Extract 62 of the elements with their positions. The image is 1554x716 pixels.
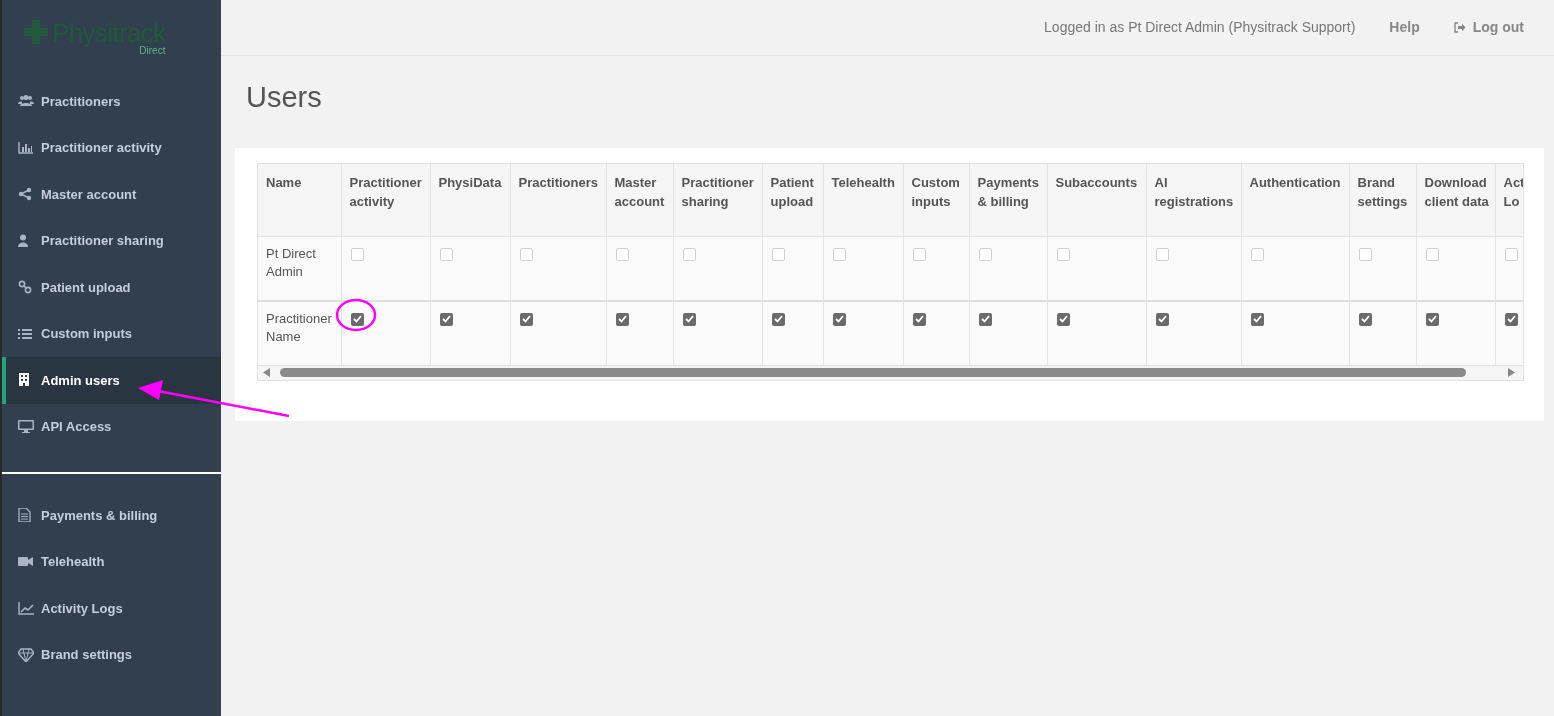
sidebar-item[interactable]: Activity Logs — [2, 585, 221, 632]
checkbox[interactable] — [912, 312, 926, 326]
checkbox[interactable] — [615, 248, 629, 261]
bar-chart-icon — [18, 140, 34, 155]
checkbox[interactable] — [615, 312, 629, 326]
checkbox[interactable] — [1250, 248, 1264, 261]
users-icon — [18, 94, 34, 109]
checkbox[interactable] — [1358, 312, 1372, 326]
sidebar-item[interactable]: Practitioner activity — [2, 124, 221, 171]
diamond-icon — [18, 647, 34, 662]
checkbox[interactable] — [1250, 312, 1264, 326]
checkbox[interactable] — [1056, 312, 1070, 326]
sidebar-item[interactable]: Master account — [2, 171, 221, 218]
line-chart-icon — [18, 601, 34, 616]
link-icon — [18, 280, 34, 295]
checkbox[interactable] — [682, 248, 696, 261]
checkbox[interactable] — [1155, 312, 1169, 326]
checkbox[interactable] — [519, 248, 533, 261]
sidebar-item[interactable]: Brand settings — [2, 631, 221, 678]
checkbox[interactable] — [519, 312, 533, 326]
checkbox[interactable] — [1425, 312, 1439, 326]
sidebar-item[interactable]: Custom inputs — [2, 310, 221, 357]
checkbox[interactable] — [682, 312, 696, 326]
scroll-right-icon[interactable] — [1508, 368, 1515, 377]
video-camera-icon — [18, 554, 34, 569]
table-cell: Practitioner Name — [258, 300, 341, 365]
checkbox[interactable] — [350, 248, 364, 261]
checkbox[interactable] — [1056, 248, 1070, 261]
sidebar-item[interactable]: Payments & billing — [2, 492, 221, 539]
sidebar-item[interactable]: Patient upload — [2, 264, 221, 311]
logo-subtext: Direct — [139, 46, 166, 56]
checkbox[interactable] — [439, 248, 453, 261]
monitor-icon — [18, 419, 34, 434]
annotation-circle — [335, 298, 377, 332]
scroll-left-icon[interactable] — [263, 368, 270, 377]
checkbox[interactable] — [832, 312, 846, 326]
checkbox[interactable] — [771, 248, 785, 261]
checkbox[interactable] — [439, 312, 453, 326]
page-title: Users — [246, 80, 323, 115]
checkbox[interactable] — [350, 312, 364, 326]
sidebar-item[interactable]: API Access — [2, 403, 221, 450]
scrollbar-thumb[interactable] — [280, 368, 1466, 377]
checkbox[interactable] — [1358, 248, 1372, 261]
logged-in-text: Logged in as Pt Direct Admin (Physitrack Support) — [1044, 18, 1356, 37]
checkbox[interactable] — [1155, 248, 1169, 261]
checkbox[interactable] — [1504, 248, 1518, 261]
cross-logo-icon — [24, 20, 50, 46]
sidebar-item[interactable]: Practitioner sharing — [2, 217, 221, 264]
checkbox[interactable] — [978, 312, 992, 326]
document-icon — [18, 508, 34, 523]
checkbox[interactable] — [832, 248, 846, 261]
list-icon — [18, 326, 34, 341]
sidebar-item[interactable]: Practitioners — [2, 78, 221, 125]
checkbox[interactable] — [771, 312, 785, 326]
checkbox[interactable] — [912, 248, 926, 261]
checkbox[interactable] — [1504, 312, 1518, 326]
sidebar-item[interactable]: Telehealth — [2, 538, 221, 585]
checkbox[interactable] — [978, 248, 992, 261]
checkbox[interactable] — [1425, 248, 1439, 261]
sidebar-item[interactable]: Admin users — [2, 357, 221, 404]
sign-out-icon — [1453, 22, 1466, 33]
share-icon — [18, 187, 34, 202]
